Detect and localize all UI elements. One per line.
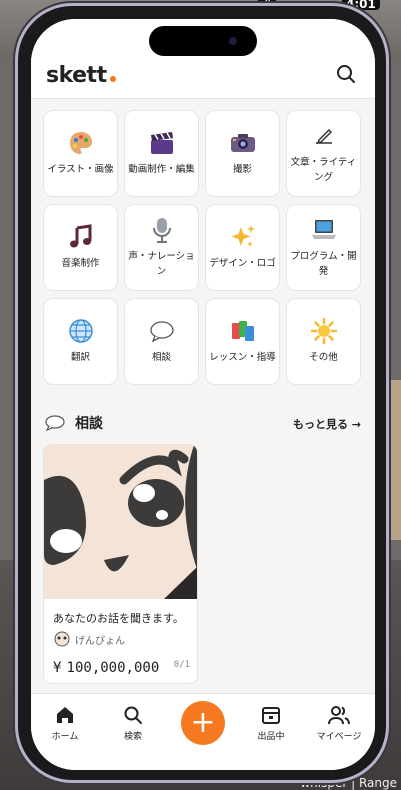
category-label: デザイン・ロゴ xyxy=(209,258,276,269)
microphone-icon xyxy=(149,217,175,243)
category-label: プログラム・開発 xyxy=(290,250,357,277)
tab-search[interactable]: 検索 xyxy=(103,704,163,742)
category-consultation[interactable]: 相談 xyxy=(124,298,199,385)
tab-label: 出品中 xyxy=(257,732,285,742)
pen-writing-icon xyxy=(311,123,337,149)
users-icon xyxy=(309,704,369,726)
app-logo[interactable]: skett xyxy=(46,63,116,88)
listing-card[interactable]: あなたのお話を聞きます。 げんぴょん ¥ 100,000,000 0/1 xyxy=(43,444,198,684)
category-photography[interactable]: 撮影 xyxy=(205,110,280,197)
category-lessons[interactable]: レッスン・指導 xyxy=(205,298,280,385)
price-currency: ¥ xyxy=(53,660,62,676)
category-music[interactable]: 音楽制作 xyxy=(43,204,118,291)
category-label: 相談 xyxy=(151,352,171,363)
sun-icon xyxy=(310,318,337,344)
clapperboard-icon xyxy=(149,130,175,156)
dynamic-island xyxy=(149,26,257,56)
tab-label: ホーム xyxy=(51,732,79,742)
app-screen: skett イラスト・画像 動画制作・編集 撮影 文章・ライティング 音楽制作 … xyxy=(31,19,375,770)
books-icon xyxy=(230,318,256,344)
tab-label: 検索 xyxy=(123,732,142,742)
tab-home[interactable]: ホーム xyxy=(35,704,95,742)
category-illustration[interactable]: イラスト・画像 xyxy=(43,110,118,197)
category-label: 動画制作・編集 xyxy=(128,164,195,175)
category-label: 声・ナレーション xyxy=(128,250,195,277)
seller-info[interactable]: げんぴょん xyxy=(53,631,125,647)
tab-listings[interactable]: 出品中 xyxy=(241,704,301,742)
speech-bubble-icon xyxy=(149,318,175,344)
listing-thumbnail xyxy=(44,445,197,599)
category-label: 文章・ライティング xyxy=(290,156,357,183)
category-programming[interactable]: プログラム・開発 xyxy=(286,204,361,291)
logo-dot-icon xyxy=(109,76,116,82)
sparkles-icon xyxy=(230,224,256,250)
category-label: 音楽制作 xyxy=(61,258,100,269)
shop-icon xyxy=(241,704,301,726)
category-grid: イラスト・画像 動画制作・編集 撮影 文章・ライティング 音楽制作 声・ナレーシ… xyxy=(43,110,363,385)
palette-icon xyxy=(68,130,94,156)
stock-count: 0/1 xyxy=(173,660,190,670)
phone-power-button xyxy=(386,220,390,298)
price-value: 100,000,000 xyxy=(66,660,160,676)
see-more-link[interactable]: もっと見る → xyxy=(293,416,361,432)
bottom-tab-bar: ホーム 検索 + 出品中 マイページ xyxy=(31,693,375,770)
category-voice[interactable]: 声・ナレーション xyxy=(124,204,199,291)
header-search-button[interactable] xyxy=(335,63,357,85)
speech-bubble-icon xyxy=(45,415,65,431)
category-design[interactable]: デザイン・ロゴ xyxy=(205,204,280,291)
category-label: 翻訳 xyxy=(70,352,90,363)
price-row: ¥ 100,000,000 0/1 xyxy=(53,657,190,676)
seller-name: げんぴょん xyxy=(75,635,125,647)
avatar xyxy=(54,631,70,647)
tab-label: マイページ xyxy=(316,732,362,742)
listing-title: あなたのお話を聞きます。 xyxy=(53,612,184,625)
category-writing[interactable]: 文章・ライティング xyxy=(286,110,361,197)
consultation-section-header: 相談 もっと見る → xyxy=(45,412,363,434)
music-note-icon xyxy=(68,224,94,250)
category-video[interactable]: 動画制作・編集 xyxy=(124,110,199,197)
laptop-icon xyxy=(311,217,337,243)
search-icon xyxy=(103,704,163,726)
section-title: 相談 xyxy=(75,416,103,432)
search-icon xyxy=(337,65,355,83)
logo-text: skett xyxy=(46,63,107,88)
camera-icon xyxy=(230,130,256,156)
category-label: レッスン・指導 xyxy=(209,352,276,363)
camera-icon xyxy=(229,37,237,45)
create-listing-button[interactable]: + xyxy=(181,701,225,745)
category-label: その他 xyxy=(309,352,338,363)
globe-icon xyxy=(68,318,94,344)
tab-mypage[interactable]: マイページ xyxy=(309,704,369,742)
category-other[interactable]: その他 xyxy=(286,298,361,385)
category-translation[interactable]: 翻訳 xyxy=(43,298,118,385)
category-label: イラスト・画像 xyxy=(47,164,114,175)
home-icon xyxy=(35,704,95,726)
category-label: 撮影 xyxy=(232,164,252,175)
